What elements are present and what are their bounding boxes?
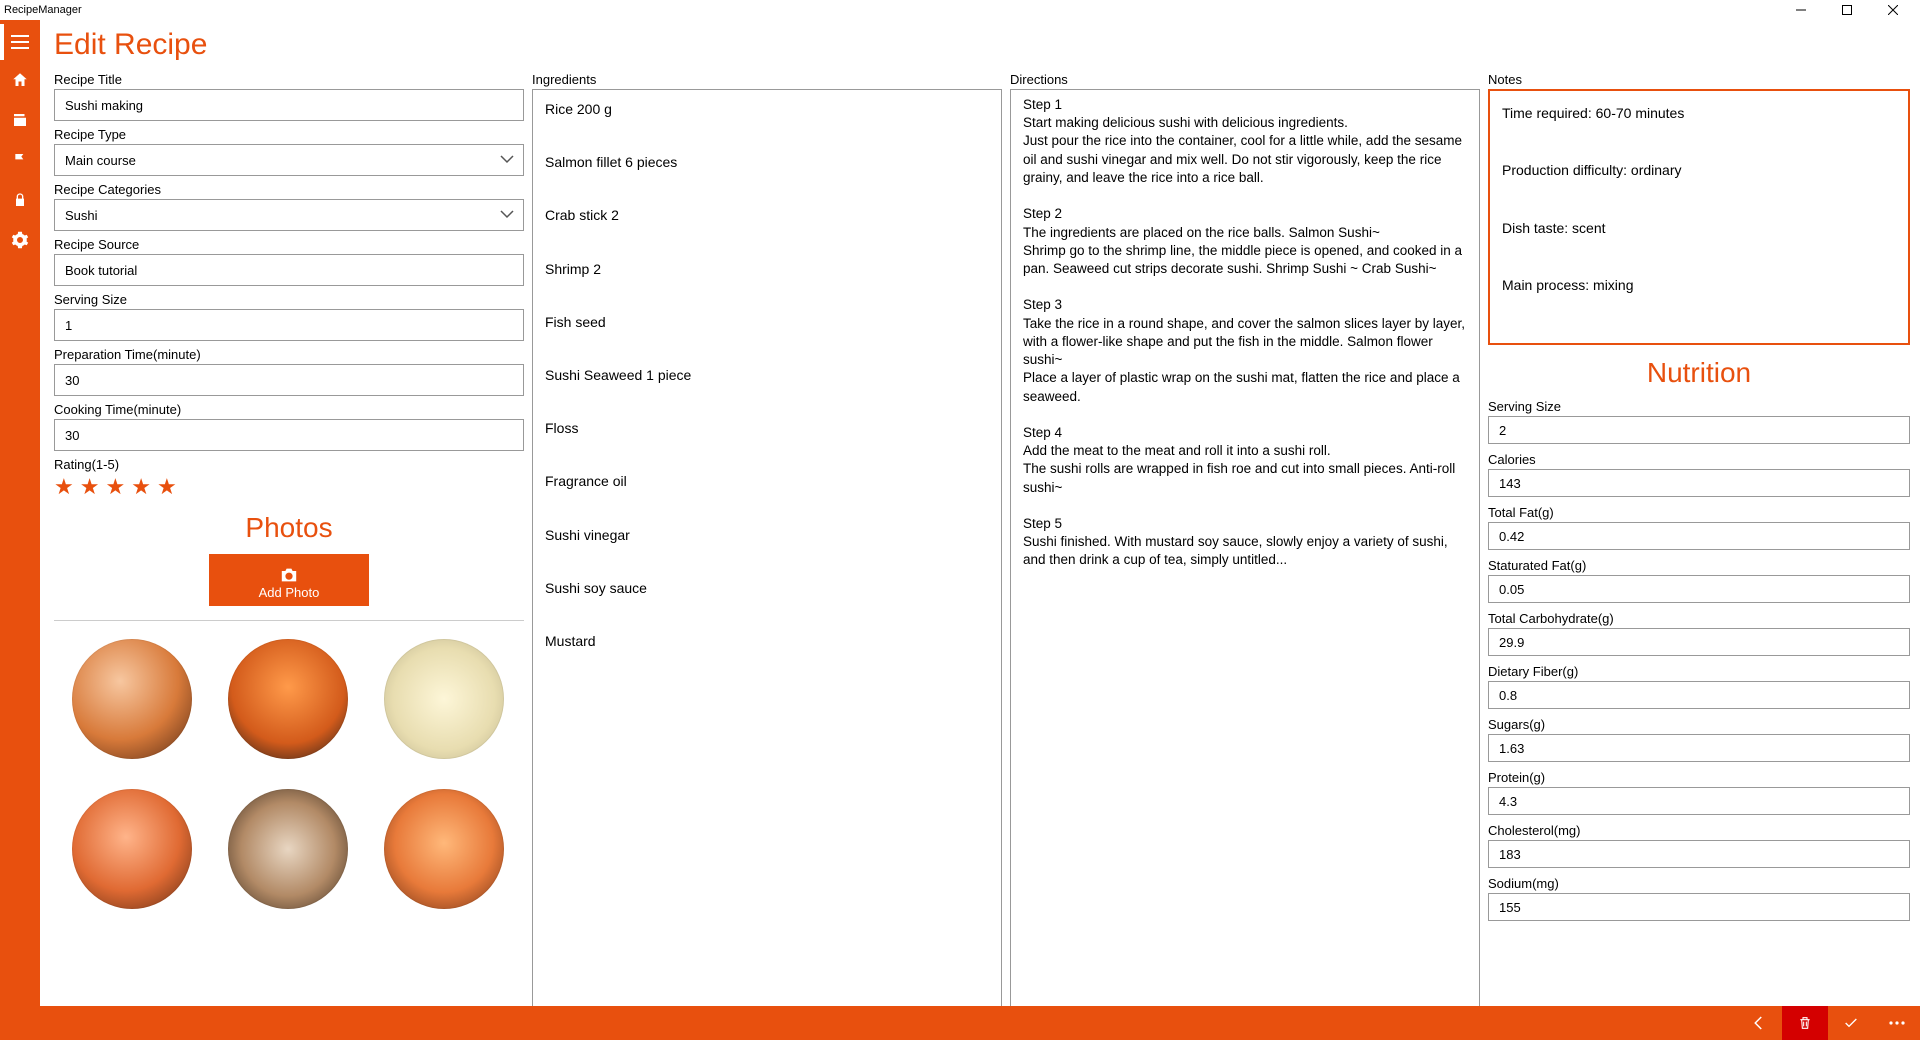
window-title: RecipeManager	[4, 4, 82, 16]
recipe-title-input[interactable]	[54, 89, 524, 121]
photo-thumbnail[interactable]	[72, 639, 192, 759]
notes-textarea[interactable]: Time required: 60-70 minutes Production …	[1488, 89, 1910, 345]
photo-thumbnail[interactable]	[72, 789, 192, 909]
nut-satfat-input[interactable]	[1488, 575, 1910, 603]
nut-fiber-input[interactable]	[1488, 681, 1910, 709]
recipe-type-select[interactable]	[54, 144, 524, 176]
bottom-toolbar	[40, 1006, 1920, 1040]
home-icon[interactable]	[0, 60, 40, 100]
photo-grid	[54, 639, 524, 909]
nut-serving-label: Serving Size	[1488, 399, 1910, 414]
serving-size-input[interactable]	[54, 309, 524, 341]
directions-column: Directions Step 1 Start making delicious…	[1010, 66, 1480, 1004]
serving-size-label: Serving Size	[54, 292, 524, 307]
cook-time-label: Cooking Time(minute)	[54, 402, 524, 417]
delete-button[interactable]	[1782, 1006, 1828, 1040]
recipe-form-column: Recipe Title Recipe Type Recipe Categori…	[54, 66, 524, 1004]
rating-stars[interactable]: ★ ★ ★ ★ ★	[54, 474, 524, 500]
window-maximize-button[interactable]	[1824, 0, 1870, 20]
content-area: Edit Recipe Recipe Title Recipe Type Rec…	[40, 20, 1920, 1040]
divider	[54, 620, 524, 621]
recipe-categories-label: Recipe Categories	[54, 182, 524, 197]
camera-icon	[279, 567, 299, 583]
add-photo-button[interactable]: Add Photo	[209, 554, 369, 606]
recipe-source-label: Recipe Source	[54, 237, 524, 252]
directions-label: Directions	[1010, 72, 1480, 87]
recipe-categories-select[interactable]	[54, 199, 524, 231]
star-icon[interactable]: ★	[80, 474, 100, 500]
settings-icon[interactable]	[0, 220, 40, 260]
nut-chol-label: Cholesterol(mg)	[1488, 823, 1910, 838]
star-icon[interactable]: ★	[105, 474, 125, 500]
nut-calories-input[interactable]	[1488, 469, 1910, 497]
nut-totalfat-label: Total Fat(g)	[1488, 505, 1910, 520]
recipe-type-label: Recipe Type	[54, 127, 524, 142]
nut-carb-input[interactable]	[1488, 628, 1910, 656]
ingredients-textarea[interactable]: Rice 200 g Salmon fillet 6 pieces Crab s…	[532, 89, 1002, 1029]
nav-rail	[0, 20, 40, 1040]
ingredients-label: Ingredients	[532, 72, 1002, 87]
photo-thumbnail[interactable]	[228, 789, 348, 909]
notes-label: Notes	[1488, 72, 1910, 87]
lock-icon[interactable]	[0, 180, 40, 220]
nut-serving-input[interactable]	[1488, 416, 1910, 444]
nut-calories-label: Calories	[1488, 452, 1910, 467]
menu-button[interactable]	[0, 24, 40, 60]
nut-protein-label: Protein(g)	[1488, 770, 1910, 785]
prep-time-input[interactable]	[54, 364, 524, 396]
photo-thumbnail[interactable]	[384, 789, 504, 909]
nut-fiber-label: Dietary Fiber(g)	[1488, 664, 1910, 679]
photo-thumbnail[interactable]	[384, 639, 504, 759]
photo-thumbnail[interactable]	[228, 639, 348, 759]
recipe-title-label: Recipe Title	[54, 72, 524, 87]
more-button[interactable]	[1874, 1006, 1920, 1040]
nut-chol-input[interactable]	[1488, 840, 1910, 868]
ingredients-column: Ingredients Rice 200 g Salmon fillet 6 p…	[532, 66, 1002, 1004]
flag-icon[interactable]	[0, 140, 40, 180]
confirm-button[interactable]	[1828, 1006, 1874, 1040]
nut-sodium-input[interactable]	[1488, 893, 1910, 921]
nutrition-heading: Nutrition	[1488, 357, 1910, 389]
star-icon[interactable]: ★	[131, 474, 151, 500]
nut-totalfat-input[interactable]	[1488, 522, 1910, 550]
add-photo-label: Add Photo	[259, 585, 320, 600]
rating-label: Rating(1-5)	[54, 457, 524, 472]
recipes-icon[interactable]	[0, 100, 40, 140]
nut-protein-input[interactable]	[1488, 787, 1910, 815]
photos-heading: Photos	[54, 512, 524, 544]
window-close-button[interactable]	[1870, 0, 1916, 20]
nut-sodium-label: Sodium(mg)	[1488, 876, 1910, 891]
notes-nutrition-column: Notes Time required: 60-70 minutes Produ…	[1488, 66, 1910, 1004]
page-title: Edit Recipe	[54, 28, 1910, 62]
star-icon[interactable]: ★	[157, 474, 177, 500]
star-icon[interactable]: ★	[54, 474, 74, 500]
nut-carb-label: Total Carbohydrate(g)	[1488, 611, 1910, 626]
cook-time-input[interactable]	[54, 419, 524, 451]
back-button[interactable]	[1736, 1006, 1782, 1040]
nut-satfat-label: Staturated Fat(g)	[1488, 558, 1910, 573]
nut-sugars-label: Sugars(g)	[1488, 717, 1910, 732]
recipe-source-input[interactable]	[54, 254, 524, 286]
directions-textarea[interactable]: Step 1 Start making delicious sushi with…	[1010, 89, 1480, 1029]
window-minimize-button[interactable]	[1778, 0, 1824, 20]
title-bar: RecipeManager	[0, 0, 1920, 20]
prep-time-label: Preparation Time(minute)	[54, 347, 524, 362]
nut-sugars-input[interactable]	[1488, 734, 1910, 762]
